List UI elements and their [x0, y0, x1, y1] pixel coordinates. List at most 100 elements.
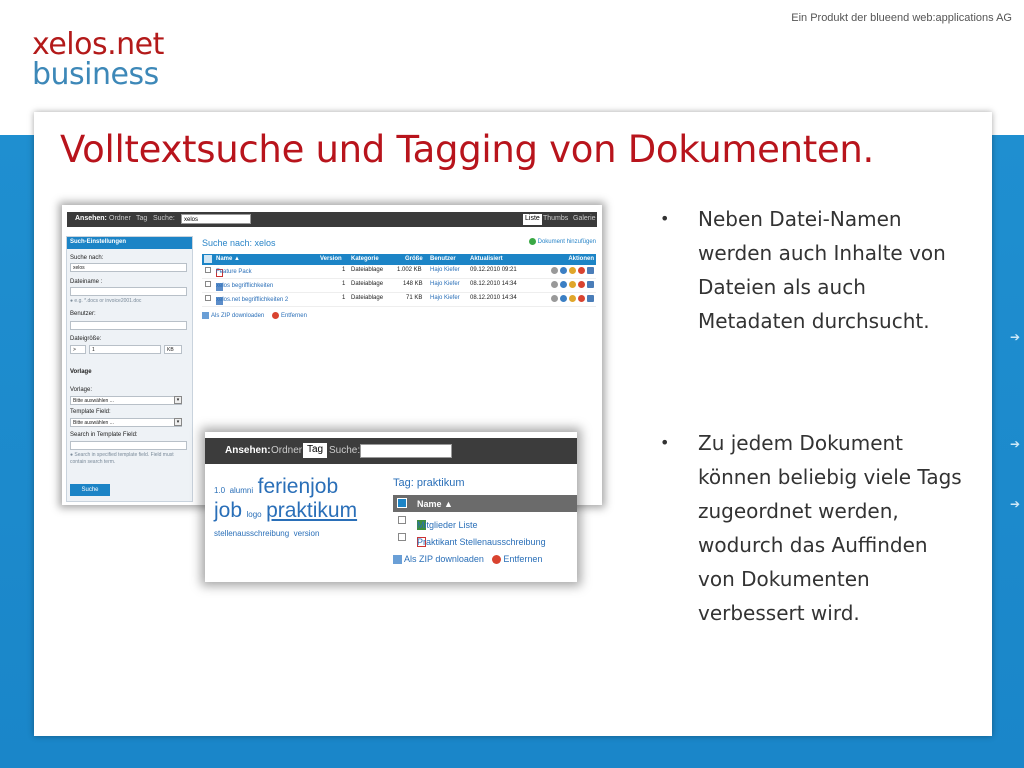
remove-link[interactable]: Entfernen [486, 554, 542, 565]
print-icon[interactable] [551, 267, 558, 274]
table-row[interactable]: Mitglieder Liste [393, 512, 577, 530]
save-icon[interactable] [587, 281, 594, 288]
table-row[interactable]: Feature Pack 1 Dateiablage 1.002 KB Hajo… [202, 265, 596, 279]
row-checkbox[interactable] [205, 267, 211, 273]
view-folder-button[interactable]: Ordner [109, 215, 131, 222]
tag-results-title: Tag: praktikum [393, 477, 465, 489]
filename-input[interactable] [70, 287, 187, 296]
size-cell: 71 KB [406, 295, 423, 301]
tag-link[interactable]: 1.0 [214, 486, 225, 495]
edit-icon[interactable] [569, 267, 576, 274]
tag-link[interactable]: ferienjob [258, 475, 339, 498]
updated-cell: 08.12.2010 14:34 [470, 281, 517, 287]
save-icon[interactable] [587, 267, 594, 274]
zip-download-link[interactable]: Als ZIP downloaden [202, 312, 264, 319]
user-link[interactable]: Hajo Kiefer [430, 295, 460, 301]
col-actions: Aktionen [568, 256, 594, 262]
search-settings-header: Such-Einstellungen [67, 237, 192, 249]
template-field-select[interactable]: Bitte auswählen ... [70, 418, 182, 427]
filesize-unit-select[interactable]: KB [164, 345, 182, 354]
table-row[interactable]: Praktikant Stellenausschreibung [393, 529, 577, 547]
row-checkbox[interactable] [398, 533, 406, 541]
chevron-down-icon[interactable]: ▾ [174, 418, 182, 426]
size-cell: 1.002 KB [397, 267, 422, 273]
bullet-text: Neben Datei-Namen werden auch Inhalte vo… [698, 207, 946, 333]
category-cell: Dateiablage [351, 281, 384, 287]
tag-link-active[interactable]: praktikum [266, 499, 357, 522]
toolbar-search-input[interactable]: xelos [181, 214, 251, 224]
table-header: Name ▲ Version Kategorie Größe Benutzer … [202, 254, 596, 265]
row-checkbox[interactable] [205, 295, 211, 301]
results-table: Name ▲ Version Kategorie Größe Benutzer … [202, 254, 596, 307]
bulk-actions: Als ZIP downloaden Entfernen [202, 312, 307, 319]
col-name[interactable]: Name ▲ [216, 256, 240, 262]
delete-icon[interactable] [578, 295, 585, 302]
view-tag-button[interactable]: Tag [136, 215, 147, 222]
col-name[interactable]: Name ▲ [417, 499, 453, 509]
logo: xelos.net business [32, 30, 164, 90]
tag-results-table: Name ▲ Mitglieder Liste Praktikant Stell… [393, 495, 577, 547]
edit-icon[interactable] [569, 295, 576, 302]
filename-label: Dateiname : [70, 279, 103, 285]
search-template-field-input[interactable] [70, 441, 187, 450]
category-cell: Dateiablage [351, 267, 384, 273]
col-category[interactable]: Kategorie [351, 256, 379, 262]
add-document-link[interactable]: Dokument hinzufügen [528, 238, 596, 245]
view-list-button[interactable]: Liste [523, 214, 542, 225]
search-template-field-label: Search in Template Field: [70, 432, 138, 438]
view-gallery-button[interactable]: Galerie [573, 215, 596, 222]
remove-link[interactable]: Entfernen [266, 312, 307, 319]
info-icon[interactable] [560, 295, 567, 302]
chevron-down-icon[interactable]: ▾ [174, 396, 182, 404]
tag-link[interactable]: alumni [230, 486, 254, 495]
nav-arrow-icon[interactable]: ➔ [1010, 330, 1020, 344]
view-tag-button[interactable]: Tag [303, 443, 328, 458]
select-all-checkbox[interactable] [397, 498, 407, 508]
edit-icon[interactable] [569, 281, 576, 288]
user-link[interactable]: Hajo Kiefer [430, 281, 460, 287]
print-icon[interactable] [551, 281, 558, 288]
tag-link[interactable]: logo [246, 510, 261, 519]
version-cell: 1 [342, 267, 346, 273]
bullet-dot: • [660, 209, 670, 228]
col-updated[interactable]: Aktualisiert [470, 256, 503, 262]
table-row[interactable]: xelos.net begrifflichkeiten 2 1 Dateiabl… [202, 293, 596, 307]
col-user[interactable]: Benutzer [430, 256, 456, 262]
search-button[interactable]: Suche [70, 484, 110, 496]
zip-download-link[interactable]: Als ZIP downloaden [393, 554, 484, 565]
tag-link[interactable]: job [214, 499, 242, 522]
tag-link[interactable]: stellenausschreibung [214, 529, 289, 538]
toolbar-search-input[interactable] [360, 444, 452, 458]
delete-icon[interactable] [578, 281, 585, 288]
filesize-operator-select[interactable]: > [70, 345, 86, 354]
view-label: Ansehen: [75, 215, 107, 222]
tag-link[interactable]: version [294, 529, 320, 538]
info-icon[interactable] [560, 267, 567, 274]
table-row[interactable]: xelos begrifflichkeiten 1 Dateiablage 14… [202, 279, 596, 293]
search-settings-panel: Such-Einstellungen Suche nach: xelos Dat… [66, 236, 193, 502]
updated-cell: 08.12.2010 14:34 [470, 295, 517, 301]
filesize-input[interactable]: 1 [89, 345, 161, 354]
row-checkbox[interactable] [205, 281, 211, 287]
bullet-dot: • [660, 433, 670, 452]
user-link[interactable]: Hajo Kiefer [430, 267, 460, 273]
info-icon[interactable] [560, 281, 567, 288]
user-input[interactable] [70, 321, 187, 330]
select-all-checkbox[interactable] [204, 255, 212, 263]
template-select[interactable]: Bitte auswählen ... [70, 396, 182, 405]
col-version[interactable]: Version [320, 256, 342, 262]
nav-arrow-icon[interactable]: ➔ [1010, 437, 1020, 451]
version-cell: 1 [342, 295, 346, 301]
print-icon[interactable] [551, 295, 558, 302]
view-folder-button[interactable]: Ordner [271, 445, 302, 456]
search-label: Suche: [329, 445, 361, 456]
save-icon[interactable] [587, 295, 594, 302]
delete-icon[interactable] [578, 267, 585, 274]
category-cell: Dateiablage [351, 295, 384, 301]
nav-arrow-icon[interactable]: ➔ [1010, 497, 1020, 511]
row-actions [549, 267, 594, 274]
row-checkbox[interactable] [398, 516, 406, 524]
view-thumbs-button[interactable]: Thumbs [543, 215, 568, 222]
search-for-input[interactable]: xelos [70, 263, 187, 272]
col-size[interactable]: Größe [405, 256, 423, 262]
